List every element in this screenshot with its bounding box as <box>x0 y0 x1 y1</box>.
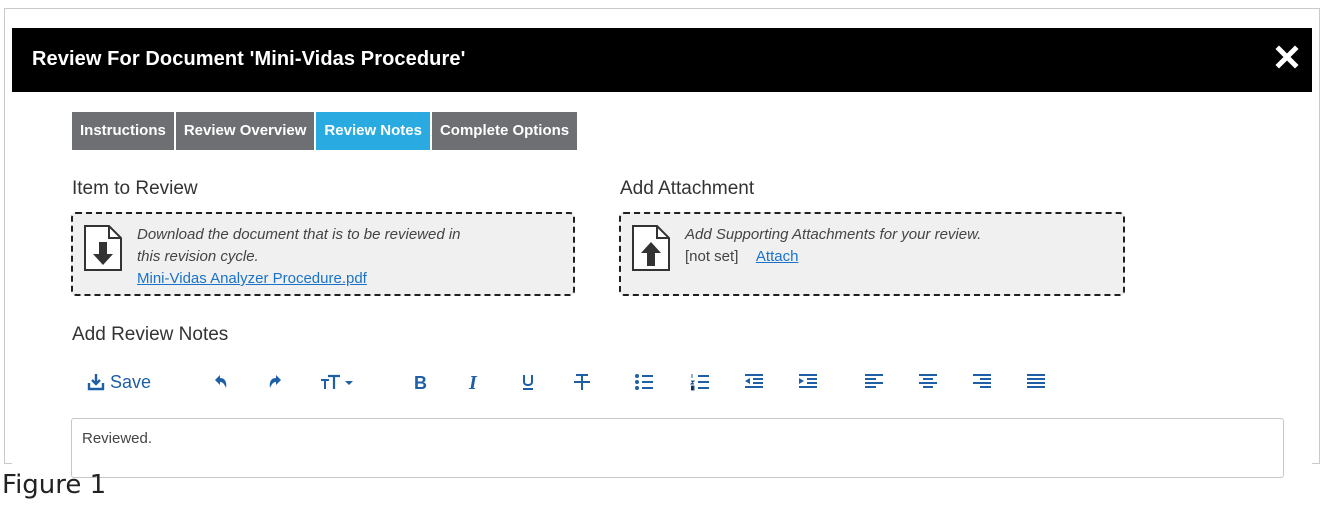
svg-text:I: I <box>468 373 478 391</box>
attach-link[interactable]: Attach <box>756 248 799 265</box>
close-icon[interactable] <box>1272 42 1302 72</box>
strikethrough-icon[interactable] <box>570 368 594 396</box>
tab-complete-options[interactable]: Complete Options <box>431 112 578 150</box>
attachment-status: [not set] <box>685 248 739 265</box>
document-download-link[interactable]: Mini-Vidas Analyzer Procedure.pdf <box>137 270 367 287</box>
underline-icon[interactable] <box>516 368 540 396</box>
save-icon <box>86 372 106 392</box>
font-size-icon[interactable] <box>318 368 358 396</box>
tab-review-overview[interactable]: Review Overview <box>175 112 315 150</box>
download-document-icon <box>83 224 123 272</box>
undo-icon[interactable] <box>208 368 232 396</box>
redo-icon[interactable] <box>264 368 288 396</box>
outdent-icon[interactable] <box>742 368 766 396</box>
save-label: Save <box>110 371 152 392</box>
indent-icon[interactable] <box>796 368 820 396</box>
item-description: Download the document that is to be revi… <box>137 224 461 268</box>
bulleted-list-icon[interactable] <box>632 368 656 396</box>
italic-icon[interactable]: I <box>463 368 487 396</box>
tab-bar: Instructions Review Overview Review Note… <box>72 112 579 150</box>
save-button[interactable]: Save <box>86 368 168 396</box>
add-attachment-box: Add Supporting Attachments for your revi… <box>619 212 1125 296</box>
tab-instructions[interactable]: Instructions <box>72 112 174 150</box>
dialog-title: Review For Document 'Mini-Vidas Procedur… <box>32 48 466 70</box>
dialog-titlebar: Review For Document 'Mini-Vidas Procedur… <box>12 28 1312 92</box>
justify-icon[interactable] <box>1024 368 1048 396</box>
review-notes-text: Reviewed. <box>82 430 153 447</box>
item-description-line1: Download the document that is to be revi… <box>137 226 461 243</box>
add-attachment-heading: Add Attachment <box>620 178 755 199</box>
align-right-icon[interactable] <box>970 368 994 396</box>
align-center-icon[interactable] <box>916 368 940 396</box>
tab-review-notes[interactable]: Review Notes <box>316 112 430 150</box>
upload-document-icon <box>631 224 671 272</box>
review-dialog: Review For Document 'Mini-Vidas Procedur… <box>12 28 1312 478</box>
attachment-description: Add Supporting Attachments for your revi… <box>685 226 982 243</box>
item-to-review-heading: Item to Review <box>72 178 198 199</box>
add-review-notes-heading: Add Review Notes <box>72 324 229 345</box>
figure-caption: Figure 1 <box>2 470 107 500</box>
file-link-row: Mini-Vidas Analyzer Procedure.pdf <box>137 268 367 290</box>
numbered-list-icon[interactable] <box>688 368 712 396</box>
align-left-icon[interactable] <box>862 368 886 396</box>
item-to-review-box: Download the document that is to be revi… <box>71 212 575 296</box>
bold-icon[interactable]: B <box>408 368 432 396</box>
attachment-status-row: [not set] Attach <box>685 246 798 268</box>
svg-text:B: B <box>414 373 427 391</box>
review-notes-editor[interactable]: Reviewed. <box>71 418 1284 478</box>
item-description-line2: this revision cycle. <box>137 248 259 265</box>
